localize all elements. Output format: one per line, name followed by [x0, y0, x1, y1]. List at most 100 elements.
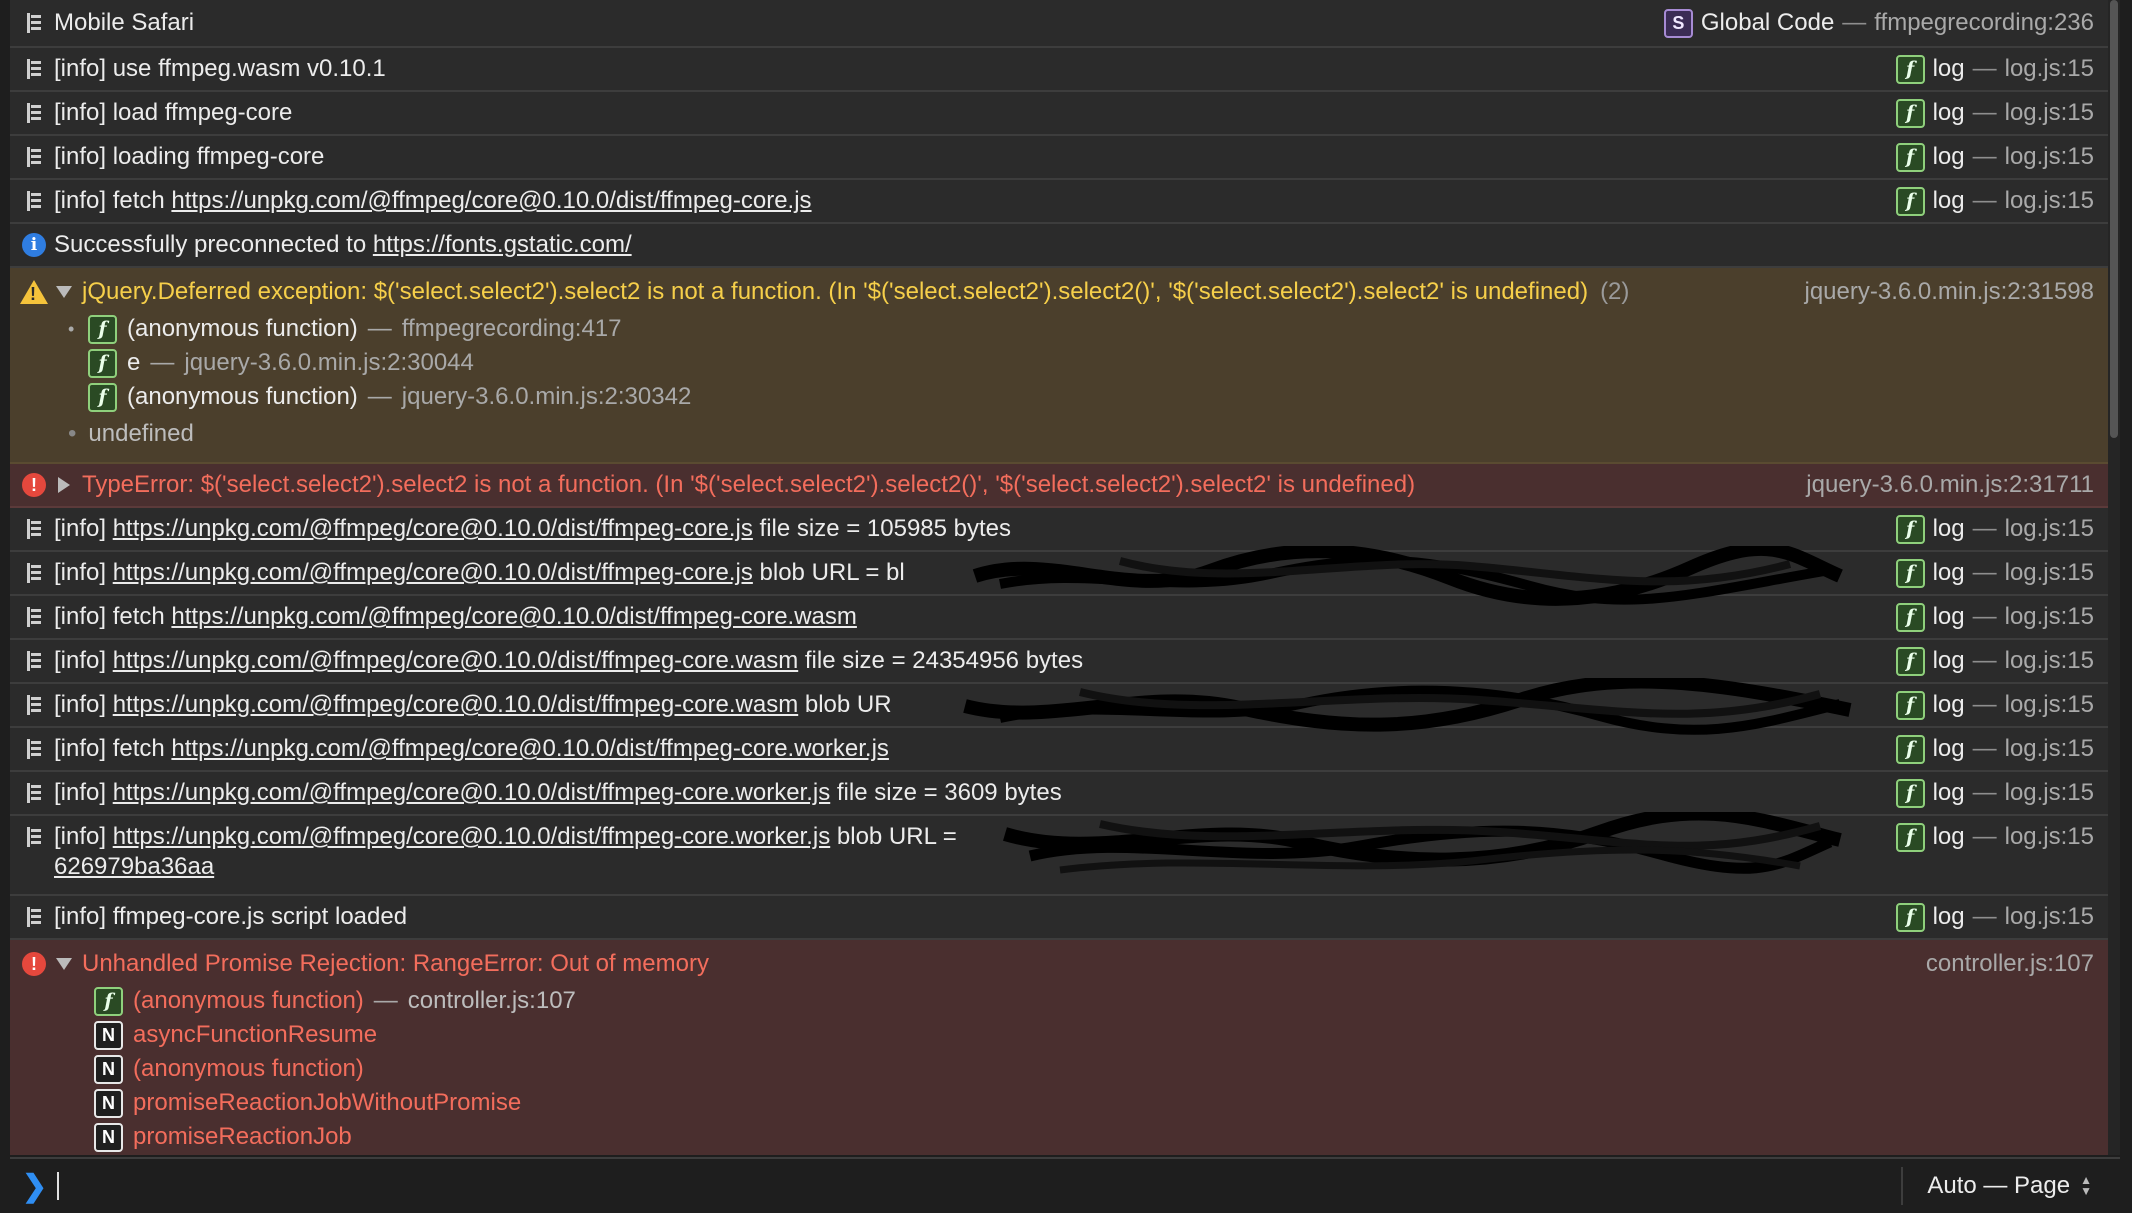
disclosure-triangle-icon[interactable] [58, 477, 70, 493]
source-link[interactable]: log.js:15 [2005, 515, 2094, 543]
execution-context-selector[interactable]: Auto — Page ▲ ▼ [1901, 1167, 2092, 1205]
stack-frame[interactable]: N promiseReactionJob [94, 1120, 2094, 1154]
log-row[interactable]: [info] use ffmpeg.wasm v0.10.1 f log — l… [10, 48, 2120, 92]
log-icon [25, 12, 43, 34]
source-link[interactable]: jquery-3.6.0.min.js:2:31711 [1806, 471, 2094, 499]
stack-frame[interactable]: f e — jquery-3.6.0.min.js:2:30044 [68, 346, 2094, 380]
url-link[interactable]: https://unpkg.com/@ffmpeg/core@0.10.0/di… [171, 603, 857, 630]
log-source[interactable]: f log — log.js:15 [1895, 646, 2094, 676]
log-source[interactable]: f log — log.js:15 [1895, 54, 2094, 84]
scrollbar[interactable] [2108, 0, 2120, 1155]
url-link[interactable]: https://unpkg.com/@ffmpeg/core@0.10.0/di… [113, 779, 831, 806]
source-link[interactable]: log.js:15 [2005, 187, 2094, 215]
stack-frame[interactable]: f (anonymous function) — controller.js:1… [94, 984, 2094, 1018]
scrollbar-thumb[interactable] [2110, 0, 2118, 438]
source-link[interactable]: controller.js:107 [1926, 950, 2094, 978]
native-badge-icon: N [94, 1122, 123, 1152]
source-link[interactable]: jquery-3.6.0.min.js:2:31598 [1805, 278, 2095, 306]
error-icon: ! [22, 473, 46, 497]
console-header-row[interactable]: Mobile Safari S Global Code — ffmpegreco… [10, 0, 2120, 48]
log-row[interactable]: [info] fetch https://unpkg.com/@ffmpeg/c… [10, 728, 2120, 772]
console-log[interactable]: Mobile Safari S Global Code — ffmpegreco… [10, 0, 2120, 1155]
log-source[interactable]: f log — log.js:15 [1895, 778, 2094, 808]
log-source[interactable]: f log — log.js:15 [1895, 690, 2094, 720]
stack-frame[interactable]: N promiseReactionJobWithoutPromise [94, 1086, 2094, 1120]
url-link[interactable]: https://unpkg.com/@ffmpeg/core@0.10.0/di… [113, 559, 753, 586]
log-row[interactable]: [info] https://unpkg.com/@ffmpeg/core@0.… [10, 546, 2120, 606]
error-row[interactable]: ! TypeError: $('select.select2').select2… [10, 464, 2120, 508]
function-badge-icon: f [1895, 142, 1925, 172]
log-source[interactable]: f log — log.js:15 [1895, 734, 2094, 764]
source-link[interactable]: log.js:15 [2005, 903, 2094, 931]
stack-frame[interactable]: N asyncFunctionResume [94, 1018, 2094, 1052]
source-link[interactable]: log.js:15 [2005, 735, 2094, 763]
source-link[interactable]: log.js:15 [2005, 823, 2094, 851]
info-message: Successfully preconnected to https://fon… [54, 231, 632, 258]
url-link[interactable]: https://unpkg.com/@ffmpeg/core@0.10.0/di… [171, 735, 889, 762]
source-link[interactable]: ffmpegrecording:236 [1874, 9, 2094, 37]
log-icon [25, 826, 43, 848]
disclosure-triangle-icon[interactable] [56, 958, 72, 970]
error-message: TypeError: $('select.select2').select2 i… [82, 471, 1416, 498]
url-link[interactable]: https://unpkg.com/@ffmpeg/core@0.10.0/di… [171, 187, 811, 214]
log-row[interactable]: [info] https://unpkg.com/@ffmpeg/core@0.… [10, 678, 2120, 735]
warning-message: jQuery.Deferred exception: $('select.sel… [82, 278, 1589, 305]
log-row[interactable]: [info] load ffmpeg-core f log — log.js:1… [10, 92, 2120, 136]
log-source[interactable]: f log — log.js:15 [1895, 142, 2094, 172]
source-link[interactable]: log.js:15 [2005, 99, 2094, 127]
source-link[interactable]: log.js:15 [2005, 603, 2094, 631]
source-link[interactable]: log.js:15 [2005, 559, 2094, 587]
disclosure-triangle-icon[interactable] [56, 286, 72, 298]
log-source[interactable]: f log — log.js:15 [1895, 822, 2094, 852]
warning-entry[interactable]: ! jQuery.Deferred exception: $('select.s… [10, 268, 2120, 464]
log-row[interactable]: [info] fetch https://unpkg.com/@ffmpeg/c… [10, 180, 2120, 224]
log-message: [info] use ffmpeg.wasm v0.10.1 [54, 55, 386, 82]
log-row[interactable]: [info] https://unpkg.com/@ffmpeg/core@0.… [10, 812, 2120, 896]
console-prompt[interactable]: ❯ Auto — Page ▲ ▼ [10, 1157, 2120, 1213]
function-badge-icon: f [1895, 514, 1925, 544]
stack-frame[interactable]: • f (anonymous function) — ffmpegrecordi… [68, 312, 2094, 346]
log-source[interactable]: f log — log.js:15 [1895, 186, 2094, 216]
info-icon: i [22, 233, 46, 257]
url-link[interactable]: https://unpkg.com/@ffmpeg/core@0.10.0/di… [113, 823, 831, 850]
text-caret [57, 1172, 60, 1200]
url-link[interactable]: https://unpkg.com/@ffmpeg/core@0.10.0/di… [113, 691, 799, 718]
function-badge-icon: f [1895, 602, 1925, 632]
log-source[interactable]: f log — log.js:15 [1895, 514, 2094, 544]
prompt-chevron-icon: ❯ [22, 1169, 48, 1203]
log-icon [25, 562, 43, 584]
stack-frame[interactable]: N (anonymous function) [94, 1052, 2094, 1086]
source-link[interactable]: log.js:15 [2005, 55, 2094, 83]
info-row[interactable]: i Successfully preconnected to https://f… [10, 224, 2120, 268]
function-badge-icon: f [1895, 822, 1925, 852]
log-icon [25, 650, 43, 672]
url-link-wrap[interactable]: 626979ba36aa [54, 853, 214, 880]
log-message: [info] loading ffmpeg-core [54, 143, 325, 170]
source-location[interactable]: S Global Code — ffmpegrecording:236 [1663, 8, 2094, 38]
log-icon [25, 738, 43, 760]
log-row[interactable]: [info] fetch https://unpkg.com/@ffmpeg/c… [10, 596, 2120, 640]
url-link[interactable]: https://fonts.gstatic.com/ [373, 231, 632, 258]
stack-trace: • f (anonymous function) — ffmpegrecordi… [14, 312, 2094, 414]
url-link[interactable]: https://unpkg.com/@ffmpeg/core@0.10.0/di… [113, 647, 799, 674]
function-badge-icon: f [1895, 778, 1925, 808]
function-badge-icon: f [88, 382, 117, 412]
error-icon: ! [22, 952, 46, 976]
log-source[interactable]: f log — log.js:15 [1895, 902, 2094, 932]
log-row[interactable]: [info] loading ffmpeg-core f log — log.j… [10, 136, 2120, 180]
source-link[interactable]: log.js:15 [2005, 779, 2094, 807]
source-link[interactable]: log.js:15 [2005, 647, 2094, 675]
log-source[interactable]: f log — log.js:15 [1895, 602, 2094, 632]
stack-frame[interactable]: f (anonymous function) — jquery-3.6.0.mi… [68, 380, 2094, 414]
log-source[interactable]: f log — log.js:15 [1895, 98, 2094, 128]
log-source[interactable]: f log — log.js:15 [1895, 558, 2094, 588]
source-link[interactable]: log.js:15 [2005, 691, 2094, 719]
source-link[interactable]: log.js:15 [2005, 143, 2094, 171]
function-badge-icon: f [1895, 646, 1925, 676]
log-row[interactable]: [info] https://unpkg.com/@ffmpeg/core@0.… [10, 508, 2120, 552]
log-row[interactable]: [info] https://unpkg.com/@ffmpeg/core@0.… [10, 772, 2120, 816]
error-entry[interactable]: ! Unhandled Promise Rejection: RangeErro… [10, 940, 2120, 1155]
url-link[interactable]: https://unpkg.com/@ffmpeg/core@0.10.0/di… [113, 515, 753, 542]
log-row[interactable]: [info] ffmpeg-core.js script loaded f lo… [10, 896, 2120, 940]
log-row[interactable]: [info] https://unpkg.com/@ffmpeg/core@0.… [10, 640, 2120, 684]
